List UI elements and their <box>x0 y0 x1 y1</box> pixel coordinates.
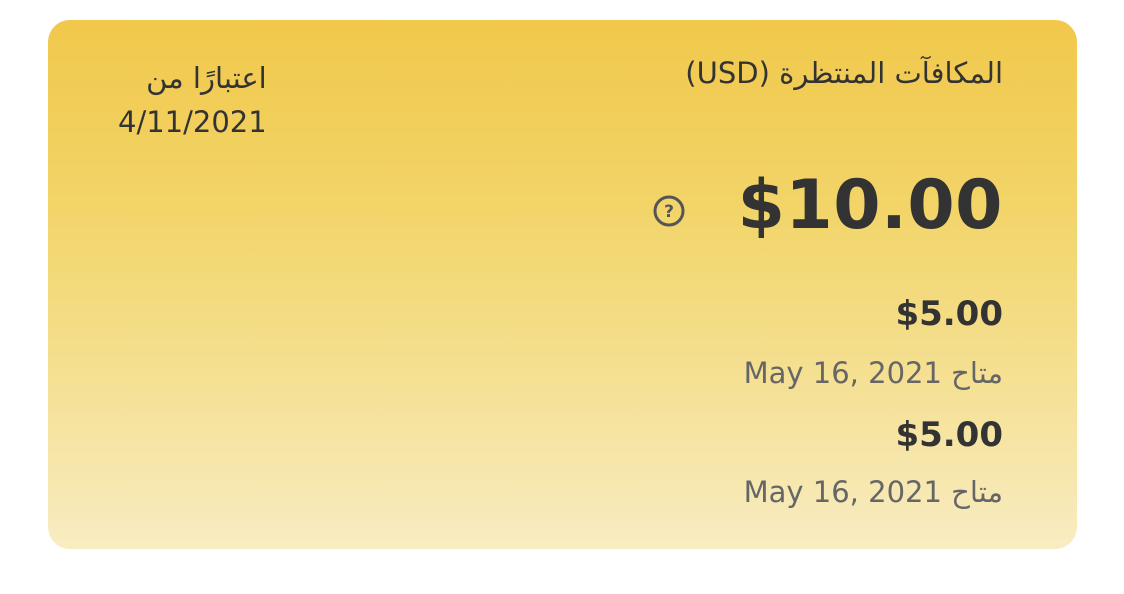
payout-amount: $5.00 <box>895 415 1003 455</box>
as-of-label: اعتبارًا من <box>146 61 267 95</box>
as-of-block: اعتبارًا من 4/11/2021 <box>118 56 267 144</box>
total-pending-amount: $10.00 <box>737 166 1003 245</box>
as-of-date: 4/11/2021 <box>118 105 267 139</box>
payout-available-date: متاح May 16, 2021 <box>743 475 1003 509</box>
pending-rewards-title: المكافآت المنتظرة (USD) <box>685 56 1003 90</box>
pending-rewards-card: المكافآت المنتظرة (USD) اعتبارًا من 4/11… <box>48 20 1077 549</box>
payout-amount: $5.00 <box>895 294 1003 334</box>
payout-available-date: متاح May 16, 2021 <box>743 356 1003 390</box>
svg-text:?: ? <box>664 202 674 222</box>
question-circle-icon[interactable]: ? <box>653 195 685 227</box>
